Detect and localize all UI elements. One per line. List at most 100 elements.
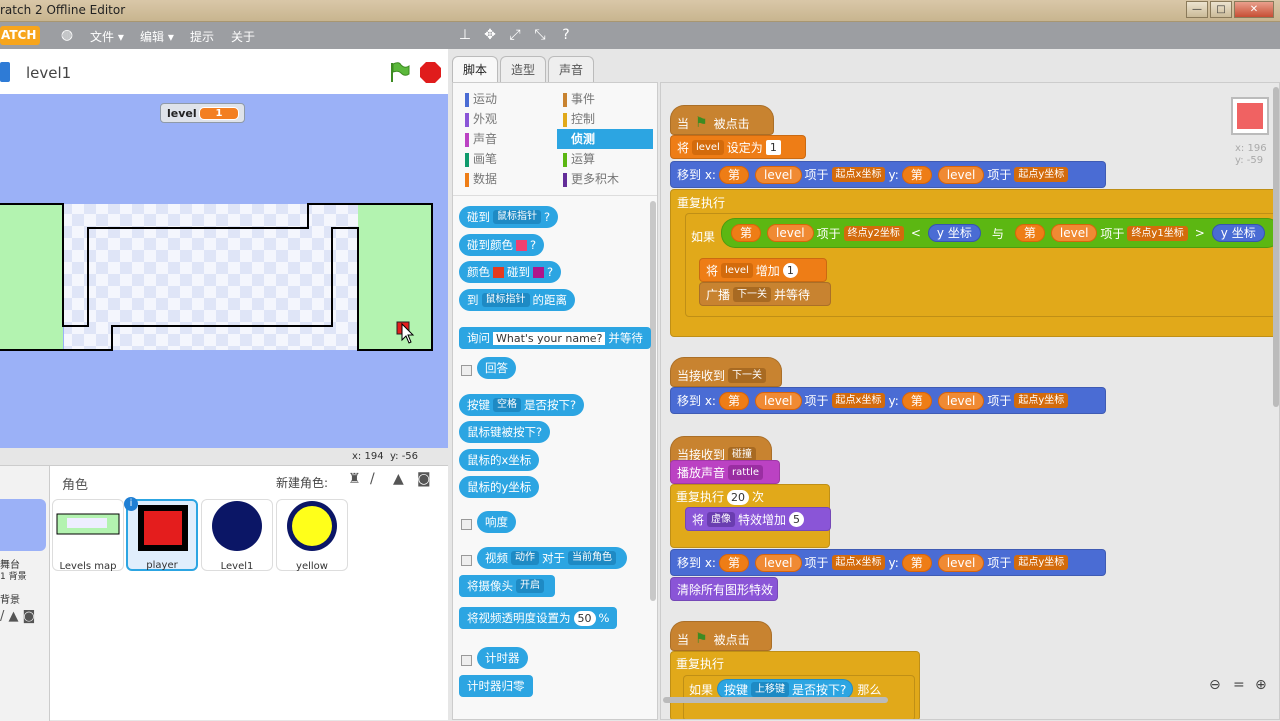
- stage-header: level1: [0, 49, 448, 94]
- tab-costumes[interactable]: 造型: [500, 56, 546, 83]
- scripts-horizontal-scrollbar[interactable]: [663, 697, 888, 703]
- scratch-logo[interactable]: ATCH: [0, 26, 40, 45]
- category-events[interactable]: 事件: [557, 89, 653, 109]
- sprite-name: level1: [26, 64, 72, 82]
- menu-bar: ATCH ◍ 文件 ▾ 编辑 ▾ 提示 关于 ⊥ ✥ ⤢ ⤡ ?: [0, 22, 1280, 49]
- sprites-title: 角色: [62, 478, 89, 493]
- block-set-video-transparency[interactable]: 将视频透明度设置为 50%: [459, 607, 618, 629]
- hat-when-flag-clicked-2[interactable]: 当 ⚑ 被点击: [670, 621, 772, 651]
- block-turn-video[interactable]: 将摄像头 开启: [459, 575, 555, 597]
- coord-x: 194: [364, 451, 384, 462]
- info-icon[interactable]: i: [124, 497, 138, 511]
- duplicate-stamp-icon[interactable]: ⊥: [456, 26, 474, 44]
- block-key-up-pressed[interactable]: 按键 上移键 是否按下?: [717, 679, 854, 699]
- window-titlebar: ratch 2 Offline Editor — □ ✕: [0, 0, 1280, 22]
- delete-scissors-icon[interactable]: ✥: [481, 26, 499, 44]
- scripts-area[interactable]: 当 ⚑ 被点击 将 level 设定为 1 移到 x: 第 level 项于 起点x坐标 y: 第 le…: [660, 82, 1280, 720]
- library-sprite-icon[interactable]: ♜: [348, 471, 361, 487]
- upload-sprite-icon[interactable]: ▲: [393, 471, 404, 487]
- category-pen[interactable]: 画笔: [459, 149, 555, 169]
- stage-canvas[interactable]: level 1: [0, 94, 448, 448]
- stage-thumbnail[interactable]: [0, 499, 46, 551]
- block-goto-xy-start[interactable]: 移到 x: 第 level 项于 起点x坐标 y: 第 level 项于 起点y坐标: [670, 161, 1106, 188]
- zoom-out-icon[interactable]: ⊖: [1209, 677, 1221, 693]
- stop-icon[interactable]: [420, 62, 441, 83]
- zoom-in-icon[interactable]: ⊕: [1255, 677, 1267, 693]
- block-broadcast-and-wait[interactable]: 广播 下一关 并等待: [699, 282, 831, 306]
- checkbox-timer[interactable]: [461, 653, 472, 667]
- block-touching-color[interactable]: 碰到颜色?: [459, 234, 545, 256]
- block-and-condition[interactable]: 第 level 项于 终点y2坐标 < y 坐标与第 level 项于 终点y1坐标 > y 坐标: [721, 218, 1279, 248]
- menu-about[interactable]: 关于: [231, 28, 255, 45]
- block-distance-to[interactable]: 到鼠标指针 的距离: [459, 289, 575, 311]
- menu-edit[interactable]: 编辑 ▾: [140, 28, 174, 45]
- window-controls: — □ ✕: [1186, 1, 1274, 18]
- sprite-name-label: yellow: [296, 561, 328, 572]
- palette-scrollbar[interactable]: [650, 201, 656, 601]
- sprite-card-yellow[interactable]: yellow: [276, 499, 348, 572]
- hat-when-flag-clicked[interactable]: 当 ⚑ 被点击: [670, 105, 774, 135]
- category-looks[interactable]: 外观: [459, 109, 555, 129]
- checkbox-loudness[interactable]: [461, 517, 472, 531]
- camera-sprite-icon[interactable]: ◙: [417, 471, 431, 487]
- block-mouse-x[interactable]: 鼠标的x坐标: [459, 449, 540, 471]
- block-ask-and-wait[interactable]: 询问 What's your name? 并等待: [459, 327, 651, 349]
- block-goto-xy-start-3[interactable]: 移到 x: 第 level 项于 起点x坐标 y: 第 level 项于 起点y坐标: [670, 549, 1106, 576]
- category-motion[interactable]: 运动: [459, 89, 555, 109]
- block-reset-timer[interactable]: 计时器归零: [459, 675, 533, 697]
- shrink-icon[interactable]: ⤡: [531, 26, 549, 44]
- green-flag-icon[interactable]: [388, 61, 410, 83]
- globe-icon[interactable]: ◍: [58, 26, 76, 44]
- category-sensing[interactable]: 侦测: [557, 129, 653, 149]
- forever-label: 重复执行: [677, 196, 726, 210]
- menu-tips[interactable]: 提示: [190, 28, 214, 45]
- scripts-mouse-y: y: -59: [1235, 155, 1264, 166]
- minimize-button[interactable]: —: [1186, 1, 1208, 18]
- sprite-card-levels-map[interactable]: Levels map: [52, 499, 124, 572]
- sprite-card-player[interactable]: i player: [124, 497, 198, 571]
- tab-sounds[interactable]: 声音: [548, 56, 594, 83]
- block-set-level[interactable]: 将 level 设定为 1: [670, 135, 806, 159]
- checkbox-answer[interactable]: [461, 363, 472, 377]
- help-icon[interactable]: ?: [557, 26, 575, 44]
- block-change-level[interactable]: 将 level 增加 1: [699, 258, 827, 282]
- category-control[interactable]: 控制: [557, 109, 653, 129]
- stage-mode-icon[interactable]: [0, 62, 10, 82]
- category-operators[interactable]: 运算: [557, 149, 653, 169]
- block-change-effect[interactable]: 将虚像 特效增加 5: [685, 507, 831, 531]
- block-palette: 运动 外观 声音 画笔 数据 事件 控制 侦测 运算 更多积木 碰到 鼠标指针? …: [452, 82, 658, 720]
- category-data[interactable]: 数据: [459, 169, 555, 189]
- block-answer[interactable]: 回答: [477, 357, 516, 379]
- block-loudness[interactable]: 响度: [477, 511, 516, 533]
- paint-sprite-icon[interactable]: /: [370, 471, 375, 487]
- green-flag-icon: ⚑: [695, 115, 708, 131]
- category-sound[interactable]: 声音: [459, 129, 555, 149]
- sprite-name-label: Levels map: [59, 561, 117, 572]
- zoom-reset-icon[interactable]: =: [1233, 677, 1245, 693]
- scripts-vertical-scrollbar[interactable]: [1273, 87, 1279, 407]
- sprite-card-level1[interactable]: Level1: [201, 499, 273, 572]
- grow-icon[interactable]: ⤢: [506, 26, 524, 44]
- block-key-pressed[interactable]: 按键 空格 是否按下?: [459, 394, 585, 416]
- level-variable-monitor[interactable]: level 1: [160, 103, 245, 123]
- hat-when-receive-next[interactable]: 当接收到 下一关: [670, 357, 782, 387]
- tab-scripts[interactable]: 脚本: [452, 56, 498, 83]
- block-mouse-y[interactable]: 鼠标的y坐标: [459, 476, 540, 498]
- coord-x-label: x:: [352, 451, 362, 462]
- block-video-on[interactable]: 视频 动作 对于 当前角色: [477, 547, 627, 569]
- menu-file[interactable]: 文件 ▾: [90, 28, 124, 45]
- stage-bg-count: 1 背景: [0, 572, 27, 582]
- block-mouse-down[interactable]: 鼠标键被按下?: [459, 421, 551, 443]
- checkbox-video[interactable]: [461, 553, 472, 567]
- close-button[interactable]: ✕: [1234, 1, 1274, 18]
- if-key-row: 如果 按键 上移键 是否按下? 那么: [689, 679, 881, 699]
- maximize-button[interactable]: □: [1210, 1, 1232, 18]
- block-goto-xy-start-2[interactable]: 移到 x: 第 level 项于 起点x坐标 y: 第 level 项于 起点y坐标: [670, 387, 1106, 414]
- block-color-touching-color[interactable]: 颜色 碰到?: [459, 261, 562, 283]
- category-more-blocks[interactable]: 更多积木: [557, 169, 653, 189]
- backdrop-tools-icon[interactable]: / ▲ ◙: [0, 609, 35, 624]
- block-touching[interactable]: 碰到 鼠标指针?: [459, 206, 559, 228]
- block-timer[interactable]: 计时器: [477, 647, 528, 669]
- block-clear-effects[interactable]: 清除所有图形特效: [670, 577, 778, 601]
- block-play-sound[interactable]: 播放声音 rattle: [670, 460, 780, 484]
